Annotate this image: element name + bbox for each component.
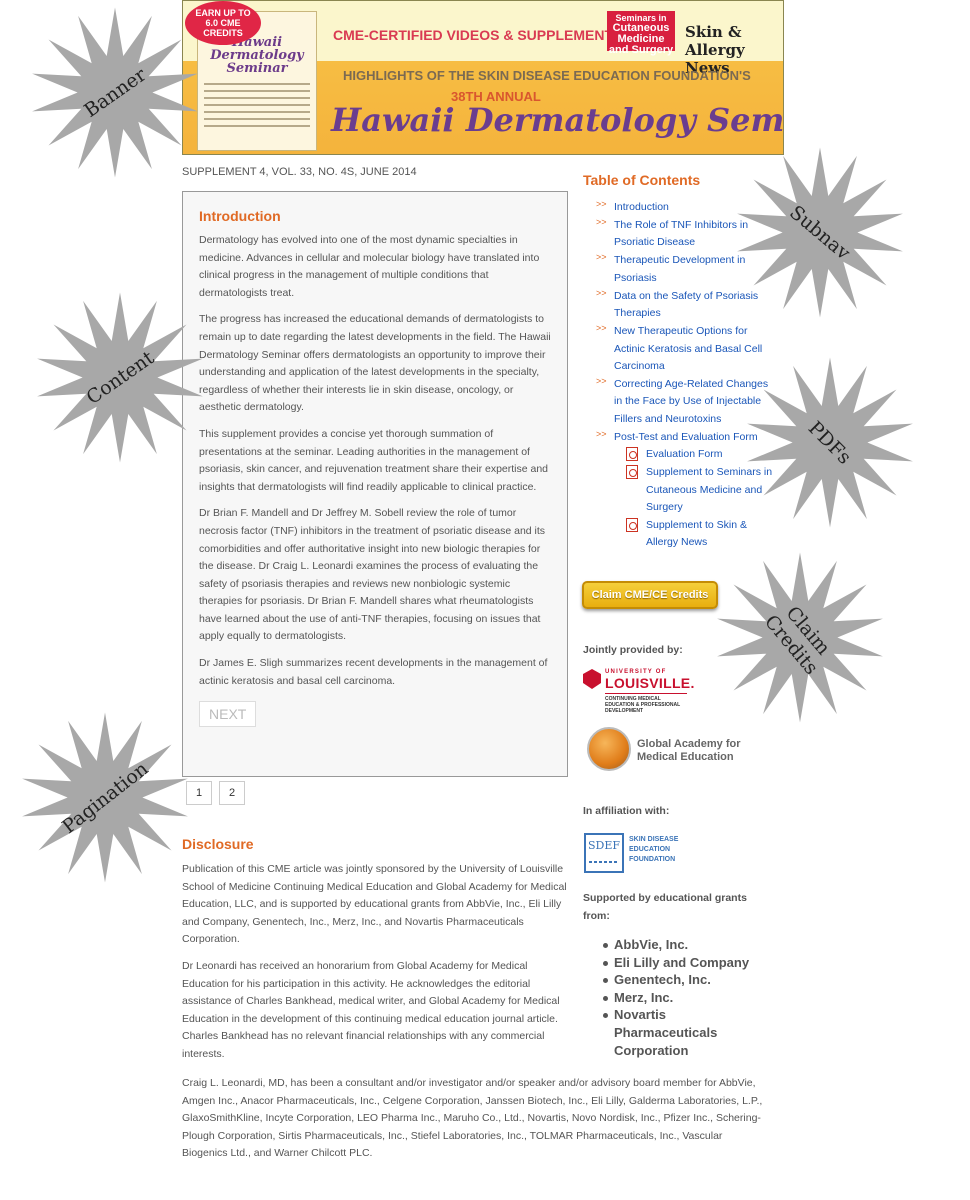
uofl-divider bbox=[605, 693, 687, 694]
sponsor-item: Merz, Inc. bbox=[601, 989, 771, 1007]
toc-arrow-icon: >> bbox=[596, 428, 607, 439]
page-2-button[interactable]: 2 bbox=[219, 781, 245, 805]
toc-link[interactable]: Introduction bbox=[614, 201, 669, 213]
uofl-subtitle: CONTINUING MEDICAL EDUCATION & PROFESSIO… bbox=[605, 696, 680, 714]
subnav-callout: Subnav bbox=[735, 145, 905, 320]
content-paragraph: Dr Brian F. Mandell and Dr Jeffrey M. So… bbox=[199, 507, 546, 643]
toc-arrow-icon: >> bbox=[596, 216, 607, 227]
pdf-link[interactable]: Supplement to Skin & Allergy News bbox=[646, 519, 747, 549]
cover-text-lines bbox=[204, 83, 310, 127]
supplement-issue-line: SUPPLEMENT 4, VOL. 33, NO. 4S, JUNE 2014 bbox=[182, 166, 417, 178]
disclosure-paragraph: Publication of this CME article was join… bbox=[182, 863, 567, 946]
banner-cme-text: CME-CERTIFIED VIDEOS & SUPPLEMENT TO bbox=[333, 27, 637, 43]
badge-line-2: 6.0 CME bbox=[205, 18, 241, 28]
uofl-subtitle-line: DEVELOPMENT bbox=[605, 708, 644, 714]
claim-credits-callout: Claim Credits bbox=[715, 550, 885, 725]
claim-credits-button[interactable]: Claim CME/CE Credits bbox=[582, 581, 718, 609]
content-callout: Content bbox=[35, 290, 205, 465]
sdef-text-line: EDUCATION bbox=[629, 846, 671, 853]
sdef-logo[interactable]: SDEF SKIN DISEASE EDUCATION FOUNDATION bbox=[584, 833, 684, 875]
hero-banner[interactable]: EARN UP TO 6.0 CME CREDITS Hawaii Dermat… bbox=[182, 0, 784, 155]
supported-by-label: Supported by educational grants from: bbox=[583, 892, 747, 922]
sponsor-item: AbbVie, Inc. bbox=[601, 936, 771, 954]
toc-title: Table of Contents bbox=[583, 172, 701, 188]
badge-line-3: CREDITS bbox=[203, 28, 243, 38]
global-academy-line: Medical Education bbox=[637, 750, 734, 763]
pdf-icon bbox=[626, 465, 638, 480]
sponsor-item: Eli Lilly and Company bbox=[601, 954, 771, 972]
cme-credits-badge: EARN UP TO 6.0 CME CREDITS bbox=[185, 1, 261, 45]
university-of-louisville-logo[interactable]: UNIVERSITY OF LOUISVILLE. CONTINUING MED… bbox=[583, 667, 695, 715]
disclosure-heading: Disclosure bbox=[182, 836, 254, 852]
toc-arrow-icon: >> bbox=[596, 287, 607, 298]
pdf-icon bbox=[626, 517, 638, 532]
uofl-name-text: LOUISVILLE. bbox=[605, 675, 695, 691]
sponsor-list: AbbVie, Inc. Eli Lilly and Company Genen… bbox=[601, 936, 771, 1059]
globe-icon bbox=[587, 727, 631, 771]
content-heading: Introduction bbox=[199, 208, 281, 224]
cardinal-icon bbox=[583, 669, 601, 689]
content-paragraph: This supplement provides a concise yet t… bbox=[199, 427, 549, 493]
content-paragraph: The progress has increased the education… bbox=[199, 313, 551, 414]
toc-arrow-icon: >> bbox=[596, 375, 607, 386]
sponsor-item: Novartis Pharmaceuticals Corporation bbox=[601, 1006, 771, 1059]
toc-link[interactable]: New Therapeutic Options for Actinic Kera… bbox=[614, 325, 762, 372]
affiliation-label: In affiliation with: bbox=[583, 805, 670, 817]
jointly-provided-label: Jointly provided by: bbox=[583, 644, 683, 656]
article-content-box: Introduction Dermatology has evolved int… bbox=[182, 191, 568, 777]
badge-line-1: EARN UP TO bbox=[195, 8, 251, 18]
disclosure-paragraph-wide: Craig L. Leonardi, MD, has been a consul… bbox=[182, 1077, 763, 1160]
next-button[interactable]: NEXT bbox=[199, 701, 257, 728]
pdf-icon bbox=[626, 447, 638, 462]
toc-arrow-icon: >> bbox=[596, 322, 607, 333]
pdf-link[interactable]: Evaluation Form bbox=[646, 448, 722, 460]
disclosure-paragraph: Dr Leonardi has received an honorarium f… bbox=[182, 959, 560, 1060]
toc-arrow-icon: >> bbox=[596, 199, 607, 209]
banner-highlights-text: HIGHLIGHTS OF THE SKIN DISEASE EDUCATION… bbox=[343, 68, 751, 83]
seminars-logo: Seminars in Cutaneous Medicine and Surge… bbox=[607, 11, 675, 56]
toc-arrow-icon: >> bbox=[596, 252, 607, 263]
content-paragraph: Dermatology has evolved into one of the … bbox=[199, 234, 540, 299]
banner-seminar-title: Hawaii Dermatology Seminar bbox=[331, 101, 784, 139]
sponsor-item: Genentech, Inc. bbox=[601, 971, 771, 989]
seminars-logo-line-4: and Surgery bbox=[608, 44, 674, 56]
sdef-text: SKIN DISEASE EDUCATION FOUNDATION bbox=[629, 835, 678, 865]
disclosure-section: Disclosure Publication of this CME artic… bbox=[182, 836, 567, 1073]
banner-callout: Banner bbox=[30, 5, 200, 180]
sdef-text-line: FOUNDATION bbox=[629, 856, 676, 863]
global-academy-text: Global Academy for Medical Education bbox=[637, 738, 741, 763]
pdfs-callout: PDFs bbox=[745, 355, 915, 530]
sdef-emblem: SDEF bbox=[584, 833, 624, 873]
sdef-text-line: SKIN DISEASE bbox=[629, 836, 679, 843]
global-academy-line: Global Academy for bbox=[637, 738, 741, 750]
global-academy-logo[interactable]: Global Academy for Medical Education bbox=[587, 727, 747, 771]
content-paragraph: Dr James E. Sligh summarizes recent deve… bbox=[199, 657, 548, 687]
pagination-callout: Pagination bbox=[20, 710, 190, 885]
